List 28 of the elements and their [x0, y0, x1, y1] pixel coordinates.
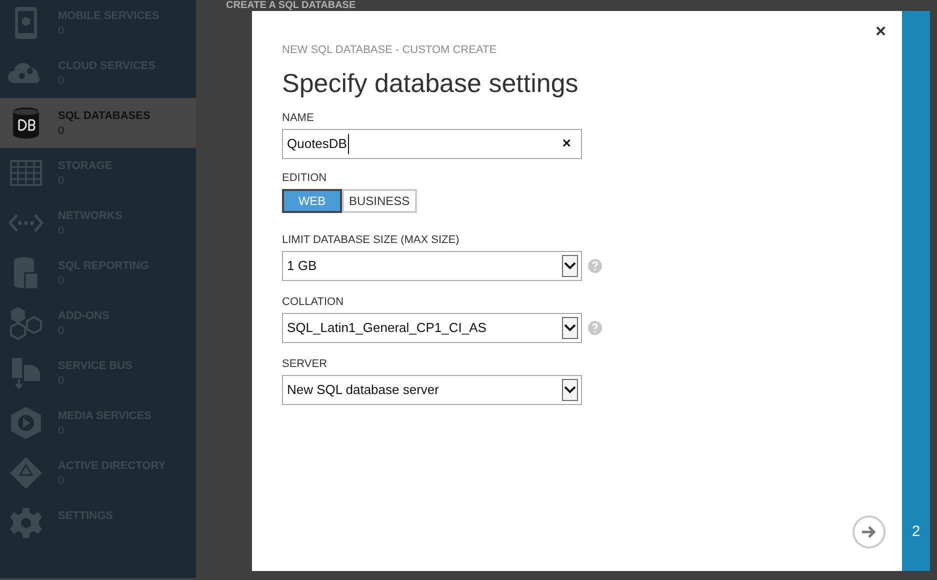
- field-label: LIMIT DATABASE SIZE (MAX SIZE): [282, 233, 460, 247]
- field-value: QuotesDB: [287, 134, 349, 154]
- dropdown-value: SQL_Latin1_General_CP1_CI_AS: [287, 319, 486, 338]
- help-icon[interactable]: [588, 321, 602, 335]
- play-hexagon-icon: [8, 405, 44, 441]
- dropdown-value: 1 GB: [287, 257, 317, 276]
- field-label: SERVER: [282, 357, 328, 371]
- clear-button[interactable]: ×: [556, 132, 577, 156]
- field-label: NAME: [282, 111, 315, 125]
- dialog-title: Specify database settings: [282, 67, 580, 99]
- next-arrow-button[interactable]: [852, 515, 886, 549]
- settings-icon: [8, 505, 44, 541]
- help-icon[interactable]: [588, 259, 602, 273]
- dropdown[interactable]: 1 GB: [282, 251, 582, 281]
- page-title: CREATE A SQL DATABASE: [226, 0, 356, 11]
- dropdown[interactable]: SQL_Latin1_General_CP1_CI_AS: [282, 313, 582, 343]
- field-label: EDITION: [282, 171, 328, 185]
- dropdown-value: New SQL database server: [287, 381, 439, 400]
- dialog-subtitle: NEW SQL DATABASE - CUSTOM CREATE: [282, 43, 498, 57]
- diamond-icon: [8, 455, 44, 491]
- close-button[interactable]: ×: [871, 21, 890, 41]
- field-label: COLLATION: [282, 295, 345, 309]
- hexagons-icon: [8, 305, 44, 341]
- name-input-field[interactable]: QuotesDB ×: [282, 129, 582, 159]
- edition-toggle[interactable]: BUSINESS: [342, 189, 417, 213]
- dropdown[interactable]: New SQL database server: [282, 375, 582, 405]
- edition-toggle[interactable]: WEB: [282, 189, 342, 213]
- step-number: 2: [912, 522, 920, 542]
